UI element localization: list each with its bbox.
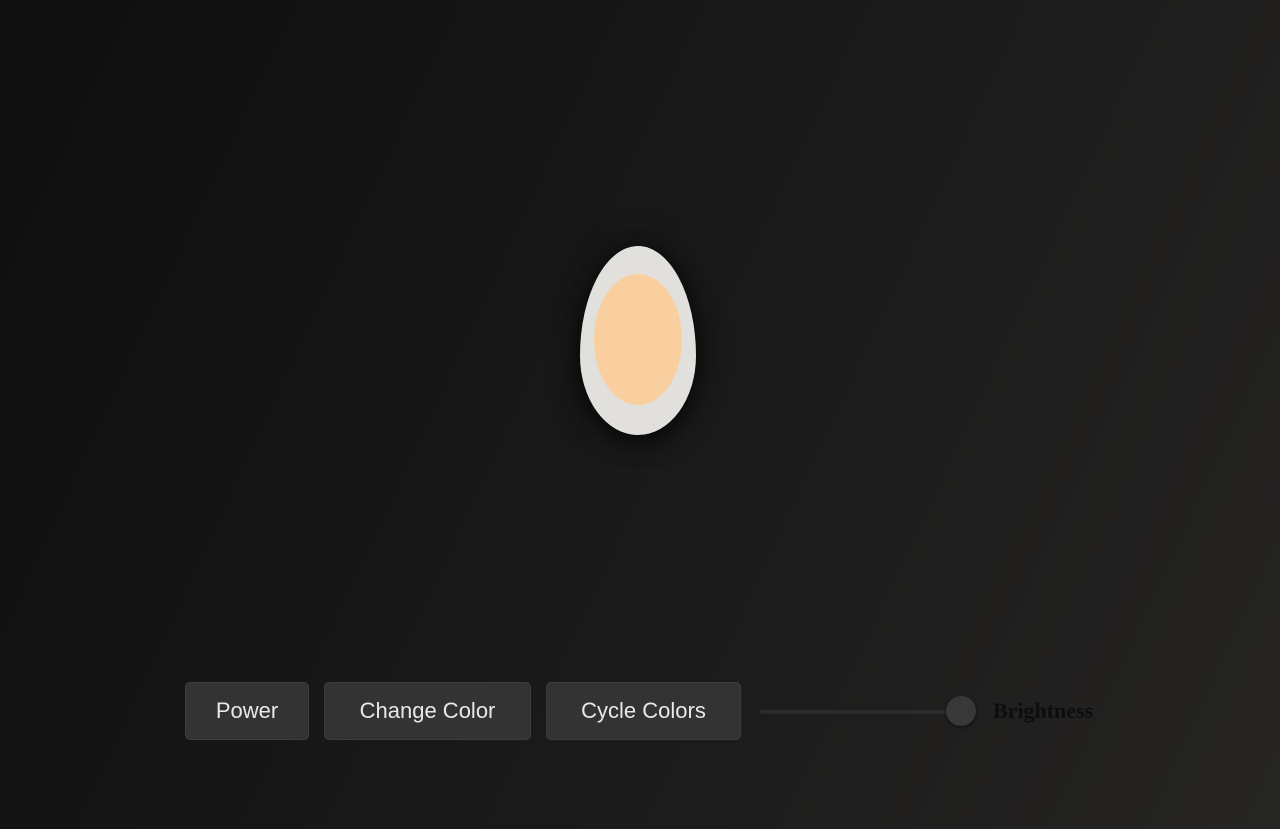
cycle-colors-button[interactable]: Cycle Colors: [546, 682, 741, 740]
power-button[interactable]: Power: [185, 682, 309, 740]
lamp-stage: Power Change Color Cycle Colors Brightne…: [0, 0, 1280, 829]
brightness-label: Brightness: [993, 698, 1094, 723]
lamp-light: [594, 274, 682, 405]
brightness-slider-track[interactable]: [759, 708, 959, 714]
lamp-bulb: [580, 246, 696, 435]
brightness-slider[interactable]: [759, 696, 976, 726]
change-color-button[interactable]: Change Color: [324, 682, 531, 740]
control-bar: Power Change Color Cycle Colors Brightne…: [185, 682, 1093, 740]
brightness-slider-thumb[interactable]: [946, 696, 976, 726]
